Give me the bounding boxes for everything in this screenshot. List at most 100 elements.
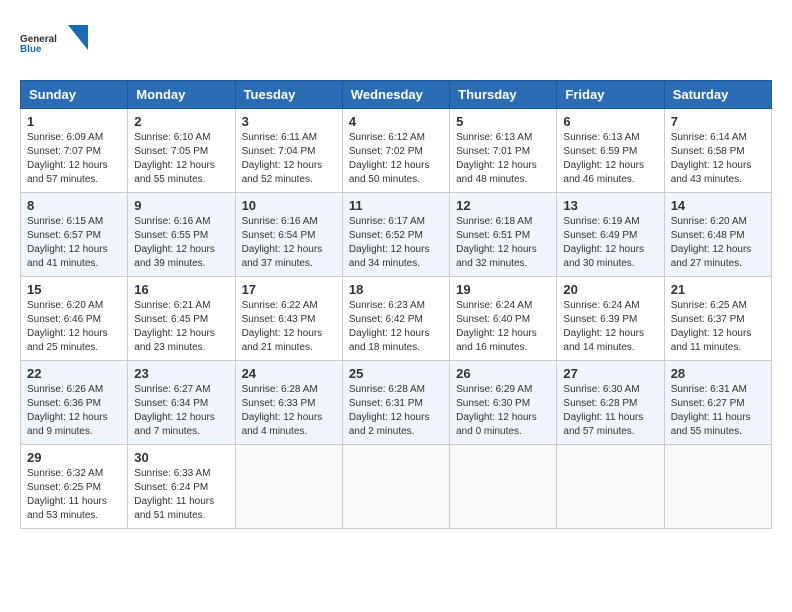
day-number: 20 [563,282,657,297]
day-number: 25 [349,366,443,381]
calendar-week-3: 15 Sunrise: 6:20 AM Sunset: 6:46 PM Dayl… [21,277,772,361]
table-row: 6 Sunrise: 6:13 AM Sunset: 6:59 PM Dayli… [557,109,664,193]
day-info: Sunrise: 6:22 AM Sunset: 6:43 PM Dayligh… [242,299,336,355]
day-info: Sunrise: 6:15 AM Sunset: 6:57 PM Dayligh… [27,215,121,271]
calendar-table: SundayMondayTuesdayWednesdayThursdayFrid… [20,80,772,529]
table-row: 14 Sunrise: 6:20 AM Sunset: 6:48 PM Dayl… [664,193,771,277]
table-row [342,445,449,529]
day-number: 9 [134,198,228,213]
weekday-header-wednesday: Wednesday [342,81,449,109]
table-row [450,445,557,529]
table-row: 27 Sunrise: 6:30 AM Sunset: 6:28 PM Dayl… [557,361,664,445]
table-row [664,445,771,529]
day-number: 3 [242,114,336,129]
day-info: Sunrise: 6:30 AM Sunset: 6:28 PM Dayligh… [563,383,657,439]
weekday-header-monday: Monday [128,81,235,109]
day-number: 28 [671,366,765,381]
table-row: 8 Sunrise: 6:15 AM Sunset: 6:57 PM Dayli… [21,193,128,277]
day-number: 30 [134,450,228,465]
weekday-header-saturday: Saturday [664,81,771,109]
calendar-week-2: 8 Sunrise: 6:15 AM Sunset: 6:57 PM Dayli… [21,193,772,277]
table-row: 4 Sunrise: 6:12 AM Sunset: 7:02 PM Dayli… [342,109,449,193]
day-number: 10 [242,198,336,213]
page-header: General Blue [20,20,772,64]
table-row: 24 Sunrise: 6:28 AM Sunset: 6:33 PM Dayl… [235,361,342,445]
day-number: 12 [456,198,550,213]
table-row: 1 Sunrise: 6:09 AM Sunset: 7:07 PM Dayli… [21,109,128,193]
day-info: Sunrise: 6:19 AM Sunset: 6:49 PM Dayligh… [563,215,657,271]
day-info: Sunrise: 6:25 AM Sunset: 6:37 PM Dayligh… [671,299,765,355]
day-number: 7 [671,114,765,129]
day-info: Sunrise: 6:21 AM Sunset: 6:45 PM Dayligh… [134,299,228,355]
table-row: 21 Sunrise: 6:25 AM Sunset: 6:37 PM Dayl… [664,277,771,361]
calendar-week-4: 22 Sunrise: 6:26 AM Sunset: 6:36 PM Dayl… [21,361,772,445]
day-number: 17 [242,282,336,297]
day-number: 14 [671,198,765,213]
day-info: Sunrise: 6:10 AM Sunset: 7:05 PM Dayligh… [134,131,228,187]
day-info: Sunrise: 6:24 AM Sunset: 6:39 PM Dayligh… [563,299,657,355]
table-row: 28 Sunrise: 6:31 AM Sunset: 6:27 PM Dayl… [664,361,771,445]
table-row: 5 Sunrise: 6:13 AM Sunset: 7:01 PM Dayli… [450,109,557,193]
table-row: 18 Sunrise: 6:23 AM Sunset: 6:42 PM Dayl… [342,277,449,361]
weekday-header-tuesday: Tuesday [235,81,342,109]
day-info: Sunrise: 6:14 AM Sunset: 6:58 PM Dayligh… [671,131,765,187]
day-info: Sunrise: 6:13 AM Sunset: 6:59 PM Dayligh… [563,131,657,187]
table-row: 29 Sunrise: 6:32 AM Sunset: 6:25 PM Dayl… [21,445,128,529]
day-number: 21 [671,282,765,297]
table-row: 20 Sunrise: 6:24 AM Sunset: 6:39 PM Dayl… [557,277,664,361]
day-info: Sunrise: 6:26 AM Sunset: 6:36 PM Dayligh… [27,383,121,439]
table-row: 9 Sunrise: 6:16 AM Sunset: 6:55 PM Dayli… [128,193,235,277]
table-row: 26 Sunrise: 6:29 AM Sunset: 6:30 PM Dayl… [450,361,557,445]
day-info: Sunrise: 6:13 AM Sunset: 7:01 PM Dayligh… [456,131,550,187]
table-row [235,445,342,529]
day-number: 11 [349,198,443,213]
day-info: Sunrise: 6:33 AM Sunset: 6:24 PM Dayligh… [134,467,228,523]
day-info: Sunrise: 6:23 AM Sunset: 6:42 PM Dayligh… [349,299,443,355]
logo-svg: General Blue [20,20,64,64]
day-info: Sunrise: 6:18 AM Sunset: 6:51 PM Dayligh… [456,215,550,271]
day-info: Sunrise: 6:11 AM Sunset: 7:04 PM Dayligh… [242,131,336,187]
weekday-header-thursday: Thursday [450,81,557,109]
day-info: Sunrise: 6:17 AM Sunset: 6:52 PM Dayligh… [349,215,443,271]
calendar-week-5: 29 Sunrise: 6:32 AM Sunset: 6:25 PM Dayl… [21,445,772,529]
day-number: 24 [242,366,336,381]
day-number: 16 [134,282,228,297]
calendar-week-1: 1 Sunrise: 6:09 AM Sunset: 7:07 PM Dayli… [21,109,772,193]
table-row: 16 Sunrise: 6:21 AM Sunset: 6:45 PM Dayl… [128,277,235,361]
day-number: 26 [456,366,550,381]
day-info: Sunrise: 6:28 AM Sunset: 6:31 PM Dayligh… [349,383,443,439]
day-info: Sunrise: 6:31 AM Sunset: 6:27 PM Dayligh… [671,383,765,439]
table-row: 10 Sunrise: 6:16 AM Sunset: 6:54 PM Dayl… [235,193,342,277]
day-number: 1 [27,114,121,129]
day-number: 4 [349,114,443,129]
day-info: Sunrise: 6:16 AM Sunset: 6:54 PM Dayligh… [242,215,336,271]
day-info: Sunrise: 6:28 AM Sunset: 6:33 PM Dayligh… [242,383,336,439]
day-info: Sunrise: 6:29 AM Sunset: 6:30 PM Dayligh… [456,383,550,439]
table-row: 12 Sunrise: 6:18 AM Sunset: 6:51 PM Dayl… [450,193,557,277]
table-row: 22 Sunrise: 6:26 AM Sunset: 6:36 PM Dayl… [21,361,128,445]
svg-text:Blue: Blue [20,44,42,55]
weekday-header-sunday: Sunday [21,81,128,109]
day-info: Sunrise: 6:24 AM Sunset: 6:40 PM Dayligh… [456,299,550,355]
day-number: 15 [27,282,121,297]
table-row: 3 Sunrise: 6:11 AM Sunset: 7:04 PM Dayli… [235,109,342,193]
day-number: 19 [456,282,550,297]
logo: General Blue [20,20,88,64]
table-row: 15 Sunrise: 6:20 AM Sunset: 6:46 PM Dayl… [21,277,128,361]
day-info: Sunrise: 6:27 AM Sunset: 6:34 PM Dayligh… [134,383,228,439]
day-number: 5 [456,114,550,129]
table-row: 19 Sunrise: 6:24 AM Sunset: 6:40 PM Dayl… [450,277,557,361]
day-info: Sunrise: 6:32 AM Sunset: 6:25 PM Dayligh… [27,467,121,523]
day-info: Sunrise: 6:09 AM Sunset: 7:07 PM Dayligh… [27,131,121,187]
logo-triangle-icon [68,20,88,64]
day-info: Sunrise: 6:16 AM Sunset: 6:55 PM Dayligh… [134,215,228,271]
day-number: 23 [134,366,228,381]
day-number: 18 [349,282,443,297]
table-row: 11 Sunrise: 6:17 AM Sunset: 6:52 PM Dayl… [342,193,449,277]
table-row: 7 Sunrise: 6:14 AM Sunset: 6:58 PM Dayli… [664,109,771,193]
weekday-header-friday: Friday [557,81,664,109]
day-number: 8 [27,198,121,213]
table-row: 17 Sunrise: 6:22 AM Sunset: 6:43 PM Dayl… [235,277,342,361]
table-row: 13 Sunrise: 6:19 AM Sunset: 6:49 PM Dayl… [557,193,664,277]
day-number: 29 [27,450,121,465]
